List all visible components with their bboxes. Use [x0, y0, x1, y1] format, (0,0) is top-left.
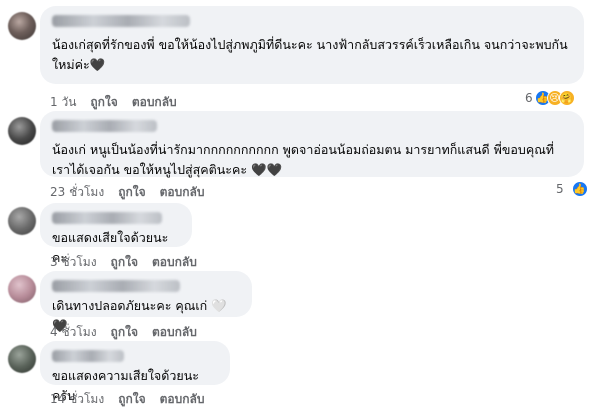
like-button[interactable]: ถูกใจ [118, 390, 145, 409]
comment-text: น้องเก่สุดที่รักของพี่ ขอให้น้องไปสู่ภพภ… [52, 37, 568, 72]
like-button[interactable]: ถูกใจ [111, 253, 138, 272]
comment-bubble: ขอแสดงเสียใจด้วยนะคะ [40, 203, 192, 265]
reaction-count: 5 [556, 182, 564, 196]
avatar[interactable] [8, 12, 36, 40]
care-icon: 🤗 [558, 90, 575, 106]
avatar[interactable] [8, 275, 36, 303]
like-button[interactable]: ถูกใจ [118, 183, 145, 202]
comment-timestamp[interactable]: 1 วัน [50, 93, 76, 112]
reply-button[interactable]: ตอบกลับ [152, 253, 197, 272]
reaction-summary[interactable]: 6 👍 😢 🤗 [525, 90, 575, 106]
comment-text: น้องเก่ หนูเป็นน้องที่น่ารักมากกกกกกกกกก… [52, 142, 555, 177]
commenter-name-blurred[interactable] [52, 350, 124, 362]
commenter-name-blurred[interactable] [52, 15, 190, 27]
reply-button[interactable]: ตอบกลับ [152, 323, 197, 342]
commenter-name-blurred[interactable] [52, 120, 157, 132]
reaction-summary[interactable]: 5 👍 [556, 181, 588, 197]
like-button[interactable]: ถูกใจ [90, 93, 117, 112]
reply-button[interactable]: ตอบกลับ [132, 93, 177, 112]
commenter-name-blurred[interactable] [52, 280, 180, 292]
comment-bubble: น้องเก่สุดที่รักของพี่ ขอให้น้องไปสู่ภพภ… [40, 6, 584, 84]
like-icon: 👍 [571, 181, 588, 197]
reply-button[interactable]: ตอบกลับ [160, 390, 205, 409]
avatar[interactable] [8, 345, 36, 373]
comment-bubble: น้องเก่ หนูเป็นน้องที่น่ารักมากกกกกกกกกก… [40, 111, 584, 177]
comment-actions: 1 วัน ถูกใจ ตอบกลับ [50, 93, 177, 112]
reaction-count: 6 [525, 91, 533, 105]
comment-actions: 4 ชั่วโมง ถูกใจ ตอบกลับ [50, 323, 197, 342]
commenter-name-blurred[interactable] [52, 212, 162, 224]
comment-actions: 23 ชั่วโมง ถูกใจ ตอบกลับ [50, 183, 204, 202]
comment-actions: 3 ชั่วโมง ถูกใจ ตอบกลับ [50, 253, 197, 272]
avatar[interactable] [8, 207, 36, 235]
comment-timestamp[interactable]: 3 ชั่วโมง [50, 253, 97, 272]
comment-actions: 14 ชั่วโมง ถูกใจ ตอบกลับ [50, 390, 204, 409]
comment-timestamp[interactable]: 4 ชั่วโมง [50, 323, 97, 342]
comment-timestamp[interactable]: 14 ชั่วโมง [50, 390, 104, 409]
like-button[interactable]: ถูกใจ [111, 323, 138, 342]
comment-bubble: ขอแสดงความเสียใจด้วยนะครับ [40, 341, 230, 403]
comment-bubble: เดินทางปลอดภัยนะคะ คุณเก่ 🤍🖤 [40, 271, 252, 333]
comment-timestamp[interactable]: 23 ชั่วโมง [50, 183, 104, 202]
avatar[interactable] [8, 117, 36, 145]
reply-button[interactable]: ตอบกลับ [160, 183, 205, 202]
